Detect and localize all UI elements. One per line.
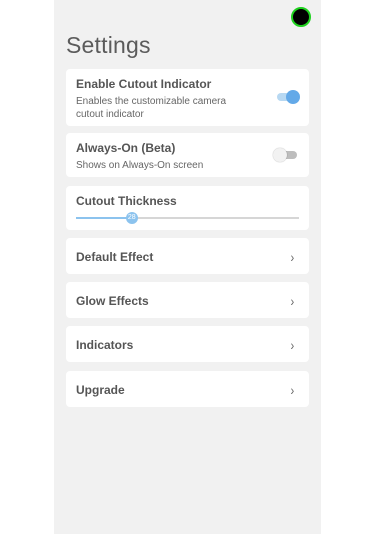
toggle-knob [273, 148, 287, 162]
camera-cutout-indicator [291, 7, 311, 27]
glow-effects-row[interactable]: Glow Effects › [66, 282, 309, 318]
glow-effects-label: Glow Effects [76, 294, 149, 308]
cutout-thickness-label: Cutout Thickness [76, 194, 177, 208]
default-effect-row[interactable]: Default Effect › [66, 238, 309, 274]
chevron-right-icon: › [290, 382, 295, 398]
cutout-indicator-label: Enable Cutout Indicator [76, 77, 212, 91]
slider-thumb[interactable]: 28 [125, 212, 138, 224]
always-on-description: Shows on Always-On screen [76, 160, 204, 171]
cutout-indicator-toggle[interactable] [277, 90, 300, 104]
indicators-row[interactable]: Indicators › [66, 326, 309, 362]
upgrade-row[interactable]: Upgrade › [66, 371, 309, 407]
chevron-right-icon: › [290, 337, 295, 353]
upgrade-label: Upgrade [76, 383, 125, 397]
always-on-label: Always-On (Beta) [76, 141, 176, 155]
cutout-indicator-card[interactable]: Enable Cutout Indicator Enables the cust… [66, 69, 309, 126]
cutout-thickness-slider[interactable]: 28 [76, 212, 299, 224]
always-on-card[interactable]: Always-On (Beta) Shows on Always-On scre… [66, 133, 309, 177]
chevron-right-icon: › [290, 249, 295, 265]
toggle-knob [286, 90, 300, 104]
cutout-thickness-card: Cutout Thickness 28 [66, 186, 309, 230]
indicators-label: Indicators [76, 338, 134, 352]
default-effect-label: Default Effect [76, 250, 154, 264]
app-screen: Settings Enable Cutout Indicator Enables… [54, 0, 321, 534]
slider-fill [76, 217, 132, 219]
chevron-right-icon: › [290, 293, 295, 309]
cutout-indicator-description: Enables the customizable camera cutout i… [76, 96, 227, 120]
page-title: Settings [66, 32, 151, 58]
always-on-toggle[interactable] [273, 148, 297, 162]
